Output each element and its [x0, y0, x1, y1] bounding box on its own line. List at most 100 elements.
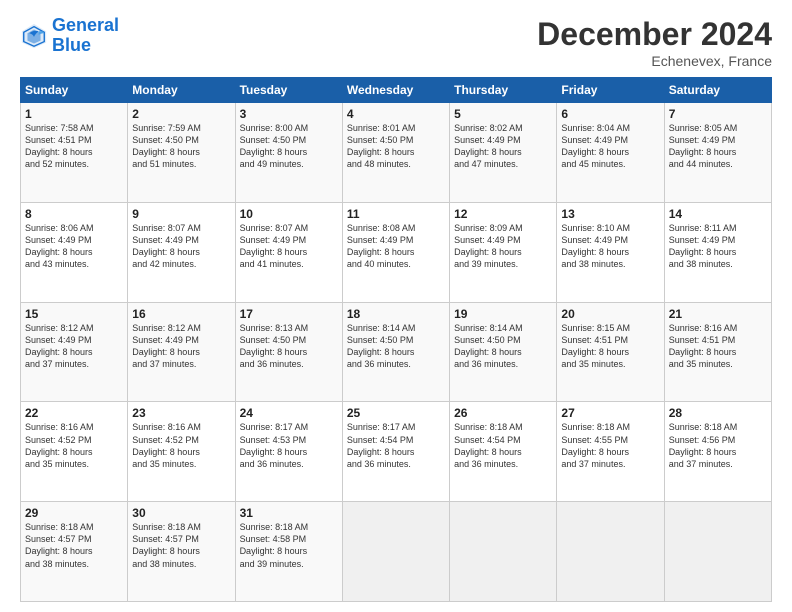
col-saturday: Saturday [664, 78, 771, 103]
day-cell [557, 502, 664, 602]
day-number: 4 [347, 107, 445, 121]
col-sunday: Sunday [21, 78, 128, 103]
day-info: Sunrise: 8:18 AM Sunset: 4:57 PM Dayligh… [132, 521, 230, 570]
day-number: 5 [454, 107, 552, 121]
day-cell: 16Sunrise: 8:12 AM Sunset: 4:49 PM Dayli… [128, 302, 235, 402]
day-info: Sunrise: 7:58 AM Sunset: 4:51 PM Dayligh… [25, 122, 123, 171]
day-number: 9 [132, 207, 230, 221]
day-number: 18 [347, 307, 445, 321]
day-number: 20 [561, 307, 659, 321]
week-row-3: 15Sunrise: 8:12 AM Sunset: 4:49 PM Dayli… [21, 302, 772, 402]
day-info: Sunrise: 8:02 AM Sunset: 4:49 PM Dayligh… [454, 122, 552, 171]
day-info: Sunrise: 8:07 AM Sunset: 4:49 PM Dayligh… [132, 222, 230, 271]
day-cell: 5Sunrise: 8:02 AM Sunset: 4:49 PM Daylig… [450, 103, 557, 203]
day-number: 16 [132, 307, 230, 321]
day-info: Sunrise: 8:15 AM Sunset: 4:51 PM Dayligh… [561, 322, 659, 371]
col-friday: Friday [557, 78, 664, 103]
day-info: Sunrise: 8:08 AM Sunset: 4:49 PM Dayligh… [347, 222, 445, 271]
day-info: Sunrise: 8:11 AM Sunset: 4:49 PM Dayligh… [669, 222, 767, 271]
col-monday: Monday [128, 78, 235, 103]
week-row-4: 22Sunrise: 8:16 AM Sunset: 4:52 PM Dayli… [21, 402, 772, 502]
day-cell: 11Sunrise: 8:08 AM Sunset: 4:49 PM Dayli… [342, 202, 449, 302]
day-number: 31 [240, 506, 338, 520]
week-row-1: 1Sunrise: 7:58 AM Sunset: 4:51 PM Daylig… [21, 103, 772, 203]
day-cell: 10Sunrise: 8:07 AM Sunset: 4:49 PM Dayli… [235, 202, 342, 302]
day-cell [664, 502, 771, 602]
day-number: 15 [25, 307, 123, 321]
day-cell: 6Sunrise: 8:04 AM Sunset: 4:49 PM Daylig… [557, 103, 664, 203]
day-info: Sunrise: 8:17 AM Sunset: 4:54 PM Dayligh… [347, 421, 445, 470]
logo: General Blue [20, 16, 119, 56]
day-info: Sunrise: 8:14 AM Sunset: 4:50 PM Dayligh… [454, 322, 552, 371]
day-number: 12 [454, 207, 552, 221]
day-cell: 3Sunrise: 8:00 AM Sunset: 4:50 PM Daylig… [235, 103, 342, 203]
col-thursday: Thursday [450, 78, 557, 103]
day-cell: 9Sunrise: 8:07 AM Sunset: 4:49 PM Daylig… [128, 202, 235, 302]
month-title: December 2024 [537, 16, 772, 53]
day-cell: 4Sunrise: 8:01 AM Sunset: 4:50 PM Daylig… [342, 103, 449, 203]
day-info: Sunrise: 8:18 AM Sunset: 4:58 PM Dayligh… [240, 521, 338, 570]
day-number: 22 [25, 406, 123, 420]
day-cell: 22Sunrise: 8:16 AM Sunset: 4:52 PM Dayli… [21, 402, 128, 502]
day-cell: 28Sunrise: 8:18 AM Sunset: 4:56 PM Dayli… [664, 402, 771, 502]
day-info: Sunrise: 8:01 AM Sunset: 4:50 PM Dayligh… [347, 122, 445, 171]
day-cell: 26Sunrise: 8:18 AM Sunset: 4:54 PM Dayli… [450, 402, 557, 502]
day-number: 1 [25, 107, 123, 121]
day-info: Sunrise: 7:59 AM Sunset: 4:50 PM Dayligh… [132, 122, 230, 171]
week-row-2: 8Sunrise: 8:06 AM Sunset: 4:49 PM Daylig… [21, 202, 772, 302]
day-cell: 15Sunrise: 8:12 AM Sunset: 4:49 PM Dayli… [21, 302, 128, 402]
day-number: 21 [669, 307, 767, 321]
day-info: Sunrise: 8:16 AM Sunset: 4:52 PM Dayligh… [25, 421, 123, 470]
col-tuesday: Tuesday [235, 78, 342, 103]
day-number: 11 [347, 207, 445, 221]
day-cell: 21Sunrise: 8:16 AM Sunset: 4:51 PM Dayli… [664, 302, 771, 402]
day-cell: 1Sunrise: 7:58 AM Sunset: 4:51 PM Daylig… [21, 103, 128, 203]
day-info: Sunrise: 8:12 AM Sunset: 4:49 PM Dayligh… [25, 322, 123, 371]
day-number: 17 [240, 307, 338, 321]
day-cell: 23Sunrise: 8:16 AM Sunset: 4:52 PM Dayli… [128, 402, 235, 502]
day-number: 25 [347, 406, 445, 420]
day-cell [342, 502, 449, 602]
day-info: Sunrise: 8:13 AM Sunset: 4:50 PM Dayligh… [240, 322, 338, 371]
day-cell: 13Sunrise: 8:10 AM Sunset: 4:49 PM Dayli… [557, 202, 664, 302]
day-cell [450, 502, 557, 602]
day-info: Sunrise: 8:10 AM Sunset: 4:49 PM Dayligh… [561, 222, 659, 271]
day-cell: 2Sunrise: 7:59 AM Sunset: 4:50 PM Daylig… [128, 103, 235, 203]
day-number: 19 [454, 307, 552, 321]
col-wednesday: Wednesday [342, 78, 449, 103]
calendar-header: Sunday Monday Tuesday Wednesday Thursday… [21, 78, 772, 103]
day-number: 30 [132, 506, 230, 520]
day-cell: 24Sunrise: 8:17 AM Sunset: 4:53 PM Dayli… [235, 402, 342, 502]
day-number: 6 [561, 107, 659, 121]
day-cell: 18Sunrise: 8:14 AM Sunset: 4:50 PM Dayli… [342, 302, 449, 402]
day-info: Sunrise: 8:18 AM Sunset: 4:57 PM Dayligh… [25, 521, 123, 570]
logo-text-top: General [52, 16, 119, 36]
day-cell: 17Sunrise: 8:13 AM Sunset: 4:50 PM Dayli… [235, 302, 342, 402]
day-info: Sunrise: 8:05 AM Sunset: 4:49 PM Dayligh… [669, 122, 767, 171]
day-number: 28 [669, 406, 767, 420]
day-number: 2 [132, 107, 230, 121]
day-number: 24 [240, 406, 338, 420]
day-cell: 12Sunrise: 8:09 AM Sunset: 4:49 PM Dayli… [450, 202, 557, 302]
day-number: 29 [25, 506, 123, 520]
day-cell: 7Sunrise: 8:05 AM Sunset: 4:49 PM Daylig… [664, 103, 771, 203]
logo-text-bottom: Blue [52, 36, 119, 56]
day-info: Sunrise: 8:17 AM Sunset: 4:53 PM Dayligh… [240, 421, 338, 470]
day-info: Sunrise: 8:14 AM Sunset: 4:50 PM Dayligh… [347, 322, 445, 371]
day-cell: 19Sunrise: 8:14 AM Sunset: 4:50 PM Dayli… [450, 302, 557, 402]
day-info: Sunrise: 8:18 AM Sunset: 4:56 PM Dayligh… [669, 421, 767, 470]
day-number: 8 [25, 207, 123, 221]
calendar-body: 1Sunrise: 7:58 AM Sunset: 4:51 PM Daylig… [21, 103, 772, 602]
calendar-table: Sunday Monday Tuesday Wednesday Thursday… [20, 77, 772, 602]
day-cell: 29Sunrise: 8:18 AM Sunset: 4:57 PM Dayli… [21, 502, 128, 602]
day-info: Sunrise: 8:09 AM Sunset: 4:49 PM Dayligh… [454, 222, 552, 271]
title-block: December 2024 Echenevex, France [537, 16, 772, 69]
day-number: 27 [561, 406, 659, 420]
day-number: 10 [240, 207, 338, 221]
day-info: Sunrise: 8:07 AM Sunset: 4:49 PM Dayligh… [240, 222, 338, 271]
page: General Blue December 2024 Echenevex, Fr… [0, 0, 792, 612]
day-info: Sunrise: 8:16 AM Sunset: 4:51 PM Dayligh… [669, 322, 767, 371]
day-info: Sunrise: 8:18 AM Sunset: 4:54 PM Dayligh… [454, 421, 552, 470]
day-cell: 25Sunrise: 8:17 AM Sunset: 4:54 PM Dayli… [342, 402, 449, 502]
day-number: 3 [240, 107, 338, 121]
